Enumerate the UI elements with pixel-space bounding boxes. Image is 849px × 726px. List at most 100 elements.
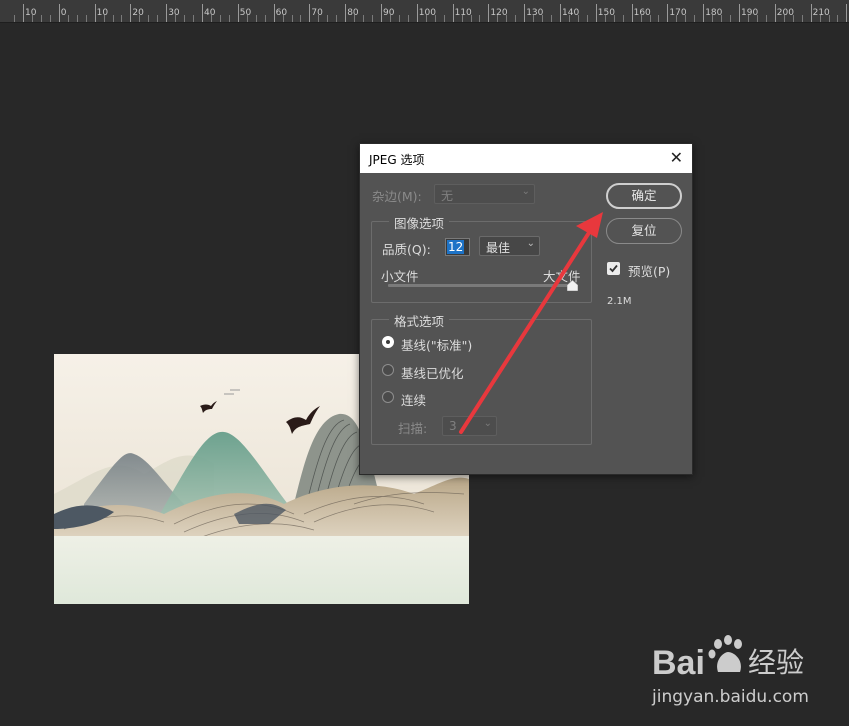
- ruler-minor-tick: [148, 15, 150, 22]
- ruler-label: 160: [633, 8, 651, 18]
- ruler-minor-tick: [792, 15, 794, 22]
- ruler-minor-tick: [40, 15, 42, 22]
- ruler-label: 130: [526, 8, 544, 18]
- ruler-minor-tick: [291, 15, 293, 22]
- ruler-minor-tick: [694, 15, 696, 22]
- ruler-minor-tick: [640, 15, 642, 22]
- ruler-minor-tick: [425, 15, 427, 22]
- chevron-down-icon: ⌄: [483, 418, 492, 429]
- ruler-minor-tick: [622, 15, 624, 22]
- image-options-title: 图像选项: [389, 213, 450, 232]
- ruler-major-tick: [810, 4, 812, 22]
- reset-button[interactable]: 复位: [606, 218, 682, 244]
- ruler-label: 120: [490, 8, 508, 18]
- small-file-label: 小文件: [381, 269, 419, 284]
- ruler-major-tick: [23, 4, 24, 22]
- progressive-label: 连续: [401, 393, 427, 408]
- dialog-title: JPEG 选项: [369, 153, 425, 167]
- quality-preset-select[interactable]: 最佳 ⌄: [479, 236, 540, 256]
- ruler-minor-tick: [354, 15, 356, 22]
- radio-baseline-optimized[interactable]: [382, 364, 394, 376]
- format-options-title: 格式选项: [389, 311, 450, 330]
- ruler-minor-tick: [747, 15, 749, 22]
- close-icon[interactable]: ✕: [670, 149, 683, 167]
- ruler-minor-tick: [228, 15, 230, 22]
- ruler-label: 60: [275, 8, 288, 18]
- ruler-minor-tick: [613, 15, 615, 22]
- quality-slider-track[interactable]: [388, 284, 574, 287]
- ruler-minor-tick: [828, 15, 830, 22]
- chevron-down-icon: ⌄: [521, 186, 530, 197]
- ruler-label: 150: [597, 8, 615, 18]
- ruler-minor-tick: [121, 15, 123, 22]
- scan-label: 扫描:: [398, 421, 428, 436]
- ruler-minor-tick: [461, 15, 463, 22]
- ruler-major-tick: [202, 4, 203, 22]
- ok-button[interactable]: 确定: [606, 183, 682, 209]
- ruler-label: 180: [705, 8, 723, 18]
- checkmark-icon: [609, 264, 618, 273]
- ruler-label: 140: [562, 8, 580, 18]
- ruler-minor-tick: [542, 15, 544, 22]
- watermark-url: jingyan.baidu.com: [651, 687, 809, 707]
- horizontal-ruler: 10 0 10 20 30 40 50 60 70 80 90 100 110 120 130 140 150 1…: [0, 0, 849, 23]
- dialog-titlebar: JPEG 选项 ✕: [360, 144, 692, 173]
- ruler-minor-tick: [318, 15, 320, 22]
- ruler-minor-tick: [85, 15, 87, 22]
- scan-select[interactable]: 3 ⌄: [442, 416, 497, 436]
- ruler-major-tick: [130, 4, 132, 22]
- ruler-minor-tick: [219, 15, 221, 22]
- ruler-major-tick: [703, 4, 705, 22]
- ruler-minor-tick: [801, 15, 803, 22]
- ruler-minor-tick: [31, 15, 33, 22]
- ruler-minor-tick: [586, 15, 588, 22]
- ruler-minor-tick: [649, 15, 651, 22]
- ruler-minor-tick: [533, 15, 535, 22]
- ruler-label: 20: [132, 8, 144, 18]
- ruler-major-tick: [595, 4, 597, 22]
- ruler-label: 190: [741, 8, 759, 18]
- ruler-major-tick: [345, 4, 347, 22]
- ruler-major-tick: [524, 4, 526, 22]
- ruler-major-tick: [237, 4, 239, 22]
- radio-baseline-standard[interactable]: [382, 336, 394, 348]
- ruler-minor-tick: [730, 15, 732, 22]
- ruler-label: 40: [204, 8, 216, 18]
- ruler-minor-tick: [103, 15, 105, 22]
- ruler-label: 70: [311, 8, 323, 18]
- matte-select[interactable]: 无 ⌄: [434, 184, 535, 204]
- matte-label: 杂边(M):: [372, 189, 422, 204]
- chevron-down-icon: ⌄: [526, 238, 535, 249]
- ruler-major-tick: [560, 4, 561, 22]
- ruler-major-tick: [273, 4, 275, 22]
- ruler-minor-tick: [712, 15, 714, 22]
- baidu-jingyan-watermark: Bai 经验 jingyan.baidu.com: [648, 632, 838, 712]
- ruler-minor-tick: [389, 15, 391, 22]
- ruler-label: 200: [776, 8, 794, 18]
- ruler-minor-tick: [49, 15, 51, 22]
- preview-checkbox[interactable]: [607, 262, 620, 275]
- ruler-label: 210: [812, 8, 830, 18]
- ruler-minor-tick: [300, 15, 302, 22]
- preview-label: 预览(P): [628, 264, 671, 279]
- ruler-minor-tick: [721, 15, 723, 22]
- ruler-minor-tick: [479, 15, 481, 22]
- ruler-minor-tick: [157, 15, 159, 22]
- watermark-brand: Bai: [652, 644, 705, 682]
- watermark-brand-cn: 经验: [748, 646, 804, 679]
- ruler-minor-tick: [67, 15, 69, 22]
- ruler-label: 10: [25, 8, 37, 18]
- ruler-minor-tick: [372, 15, 374, 22]
- ruler-minor-tick: [139, 15, 141, 22]
- ruler-minor-tick: [515, 15, 517, 22]
- radio-progressive[interactable]: [382, 391, 394, 403]
- ruler-minor-tick: [184, 15, 186, 22]
- ruler-major-tick: [452, 4, 454, 22]
- quality-input[interactable]: 12: [445, 238, 470, 256]
- scan-select-value: 3: [449, 419, 457, 433]
- ruler-major-tick: [309, 4, 311, 22]
- file-size: 2.1M: [607, 296, 632, 307]
- ruler-minor-tick: [765, 15, 767, 22]
- ruler-label: 170: [669, 8, 687, 18]
- quality-slider-thumb[interactable]: [567, 280, 578, 291]
